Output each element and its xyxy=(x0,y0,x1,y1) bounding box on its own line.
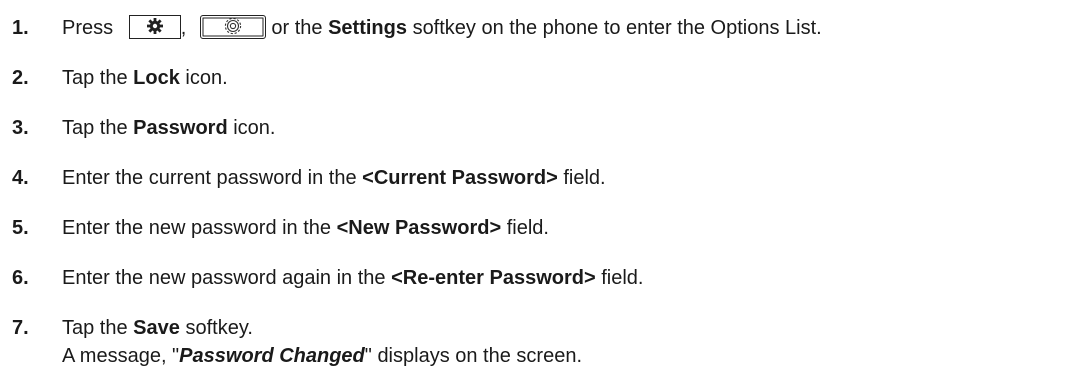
step-number: 2. xyxy=(12,67,29,89)
step-number: 6. xyxy=(12,267,29,289)
step-text: Tap the Lock icon. xyxy=(62,67,228,89)
step-number: 1. xyxy=(12,17,29,39)
step-text: Enter the new password again in the <Re-… xyxy=(62,267,644,289)
step-text: Enter the new password in the <New Passw… xyxy=(62,217,549,239)
step-text: Enter the current password in the <Curre… xyxy=(62,167,606,189)
step-result-text: A message, "Password Changed" displays o… xyxy=(62,345,582,367)
step-number: 4. xyxy=(12,167,29,189)
settings-softkey-icon xyxy=(199,14,266,39)
step-number: 5. xyxy=(12,217,29,239)
step-text: Press , or the Settings softkey on the p… xyxy=(62,14,822,41)
step-number: 3. xyxy=(12,117,29,139)
step-number: 7. xyxy=(12,317,29,339)
step-text: Tap the Save softkey. xyxy=(62,317,253,339)
settings-key-icon xyxy=(128,14,181,39)
step-text: Tap the Password icon. xyxy=(62,117,276,139)
